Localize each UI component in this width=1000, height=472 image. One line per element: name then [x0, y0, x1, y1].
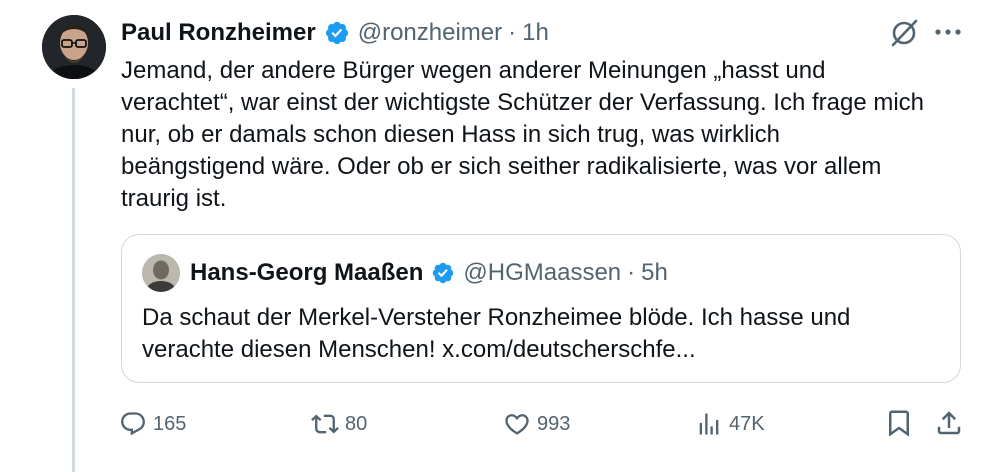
quoted-avatar-image	[142, 254, 180, 292]
separator-dot: ·	[508, 19, 517, 46]
tweet-line: traurig ist.	[121, 185, 227, 212]
quoted-author-avatar[interactable]	[142, 254, 180, 292]
share-icon[interactable]	[934, 408, 964, 438]
repost-count: 80	[345, 412, 368, 435]
repost-icon	[311, 414, 339, 434]
like-count: 993	[537, 412, 571, 435]
quoted-tweet[interactable]: Hans-Georg Maaßen @HGMaassen · 5h Da sch…	[121, 234, 961, 383]
like-icon	[505, 414, 529, 435]
quoted-line: verachte diesen Menschen! x.com/deutsche…	[142, 336, 696, 363]
views-button[interactable]: 47K	[695, 408, 765, 440]
like-button[interactable]: 993	[503, 408, 570, 440]
quoted-text: Da schaut der Merkel-Versteher Ronzheime…	[142, 302, 942, 366]
reply-icon	[121, 412, 145, 436]
quoted-post-time[interactable]: 5h	[641, 259, 668, 287]
verified-badge-icon	[325, 21, 348, 45]
tweet-line: nur, ob er damals schon diesen Hass in s…	[121, 121, 780, 148]
tweet-line: Jemand, der andere Bürger wegen anderer …	[121, 57, 826, 84]
author-name[interactable]: Paul Ronzheimer	[121, 19, 316, 47]
reply-button[interactable]: 165	[119, 408, 186, 440]
quoted-header: Hans-Georg Maaßen @HGMaassen · 5h	[190, 257, 668, 289]
post-time[interactable]: 1h	[522, 19, 549, 47]
verified-badge-icon	[433, 262, 454, 284]
tweet-line: verachtet“, war einst der wichtigste Sch…	[121, 89, 925, 116]
author-avatar[interactable]	[42, 15, 106, 79]
reply-count: 165	[153, 412, 187, 435]
grok-icon[interactable]	[888, 17, 920, 49]
views-count: 47K	[729, 412, 765, 435]
tweet-line: beängstigend wäre. Oder ob er sich seith…	[121, 153, 882, 180]
author-handle[interactable]: @ronzheimer	[358, 19, 502, 47]
bookmark-icon[interactable]	[884, 408, 914, 438]
tweet-header: Paul Ronzheimer @ronzheimer · 1h	[121, 16, 549, 50]
more-icon[interactable]	[934, 28, 962, 36]
tweet-text: Jemand, der andere Bürger wegen anderer …	[121, 55, 981, 215]
quoted-author-name[interactable]: Hans-Georg Maaßen	[190, 259, 423, 287]
repost-button[interactable]: 80	[311, 408, 367, 440]
views-icon	[699, 413, 719, 435]
action-bar: 165 80 993 47K	[0, 400, 1000, 448]
quoted-author-handle[interactable]: @HGMaassen	[463, 259, 621, 287]
quoted-line: Da schaut der Merkel-Versteher Ronzheime…	[142, 304, 851, 331]
avatar-image	[42, 15, 106, 79]
separator-dot: ·	[627, 259, 636, 286]
